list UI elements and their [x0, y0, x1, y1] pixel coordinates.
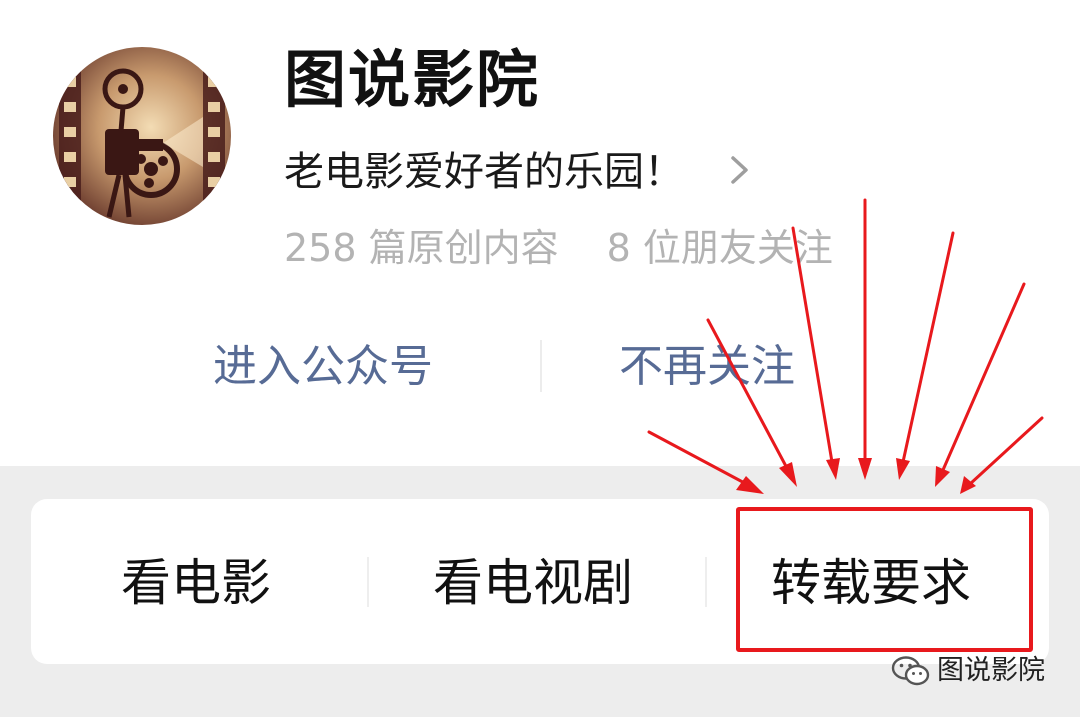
account-description[interactable]: 老电影爱好者的乐园！	[284, 146, 684, 198]
avatar[interactable]	[53, 47, 231, 225]
menu-divider	[367, 557, 369, 607]
account-stats: 258 篇原创内容 8 位朋友关注	[284, 222, 833, 274]
wechat-icon	[891, 656, 930, 686]
menu-item-watch-movies[interactable]: 看电影	[121, 548, 271, 618]
enter-account-button[interactable]: 进入公众号	[213, 337, 433, 397]
film-projector-icon	[53, 47, 231, 225]
action-divider	[540, 340, 542, 392]
watermark: 图说影院	[891, 651, 1045, 691]
highlight-box	[736, 507, 1033, 652]
menu-item-watch-tv[interactable]: 看电视剧	[433, 548, 633, 618]
menu-divider	[705, 557, 707, 607]
unfollow-button[interactable]: 不再关注	[619, 337, 795, 397]
account-name: 图说影院	[284, 43, 541, 116]
friends-following: 8 位朋友关注	[606, 226, 833, 270]
watermark-text: 图说影院	[937, 655, 1045, 686]
chevron-right-icon[interactable]	[725, 150, 755, 190]
original-count: 258 篇原创内容	[284, 226, 559, 270]
